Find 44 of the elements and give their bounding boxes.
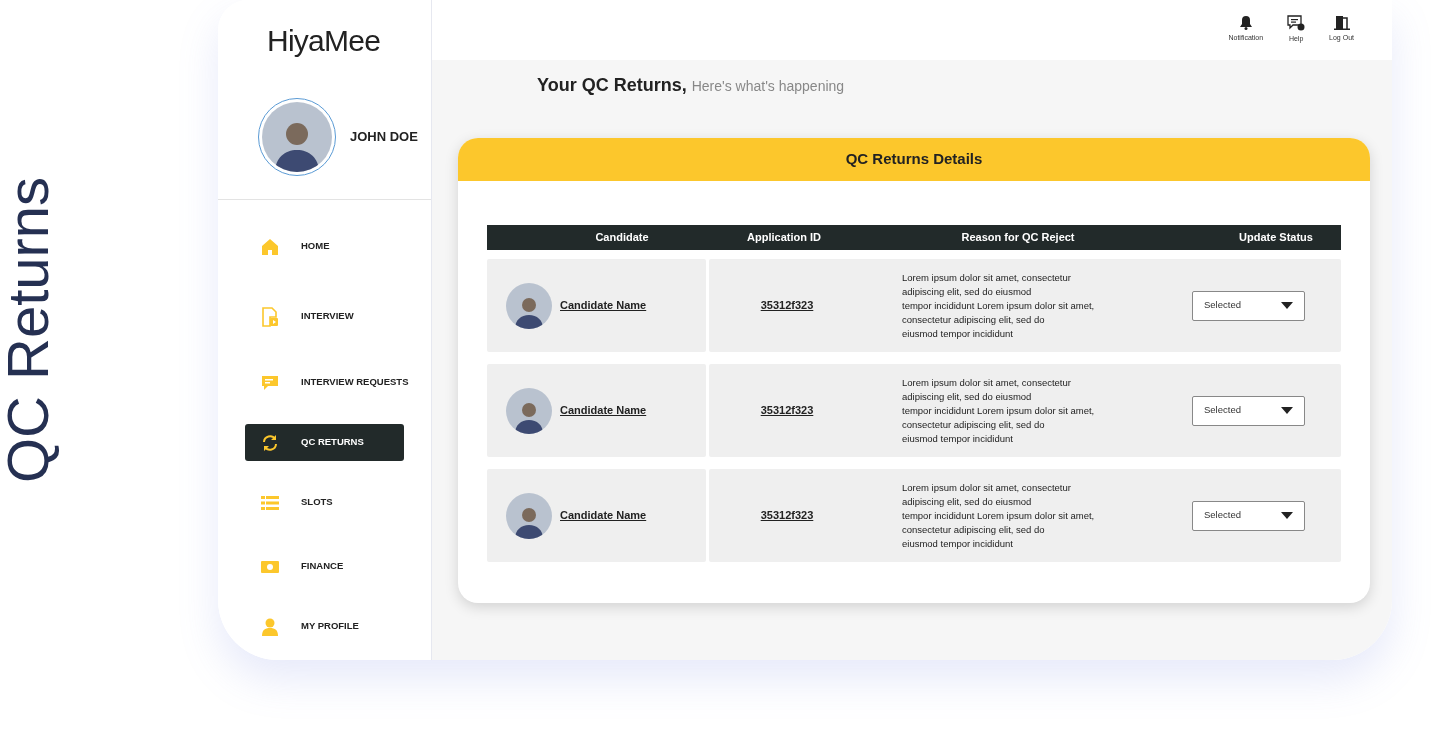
avatar-placeholder	[506, 387, 552, 434]
column-header: Update Status	[1238, 230, 1314, 246]
reason-text: Lorem ipsum dolor sit amet, consectetur adipiscing elit, sed do eiusmod tempor incididunt Lorem ipsum dolor sit amet, consectetur adipiscing elit, sed do eiusmod tempor incididunt	[901, 375, 1096, 446]
reason-text: Lorem ipsum dolor sit amet, consectetur adipiscing elit, sed do eiusmod tempor incididunt Lorem ipsum dolor sit amet, consectetur adipiscing elit, sed do eiusmod tempor incididunt	[901, 270, 1096, 341]
application-id-link[interactable]: 35312f323	[760, 402, 814, 419]
avatar-placeholder	[506, 282, 552, 329]
application-id-link[interactable]: 35312f323	[760, 297, 814, 314]
list-icon	[261, 494, 279, 511]
reason-text: Lorem ipsum dolor sit amet, consectetur adipiscing elit, sed do eiusmod tempor incididunt Lorem ipsum dolor sit amet, consectetur adipiscing elit, sed do eiusmod tempor incididunt	[901, 480, 1096, 551]
cash-icon	[261, 559, 279, 574]
avatar-placeholder	[506, 492, 552, 539]
status-dropdown[interactable]: Selected	[1192, 395, 1305, 426]
nav-item[interactable]: HOME	[245, 228, 404, 265]
candidate-link[interactable]: Candidate Name	[560, 507, 647, 524]
caret-icon	[1281, 302, 1293, 309]
help-icon	[1287, 15, 1306, 31]
document-icon	[261, 306, 279, 327]
logo: HiyaMee	[266, 23, 382, 56]
column-header: Candidate	[594, 230, 650, 246]
nav-item[interactable]: MY PROFILE	[245, 608, 404, 645]
application-id-link[interactable]: 35312f323	[760, 507, 814, 524]
column-header: Reason for QC Reject	[960, 230, 1076, 246]
refresh-icon	[261, 433, 279, 452]
door-icon	[1333, 15, 1350, 30]
home-icon	[261, 237, 279, 256]
caret-icon	[1281, 512, 1293, 519]
page-subtitle: Here's what's happening	[691, 77, 845, 96]
caret-icon	[1281, 407, 1293, 414]
candidate-link[interactable]: Candidate Name	[560, 297, 647, 314]
user-name: JOHN DOE	[350, 128, 418, 147]
page-side-title: QC Returns	[0, 176, 57, 484]
status-dropdown[interactable]: Selected	[1192, 500, 1305, 531]
bell-icon	[1238, 15, 1253, 30]
candidate-link[interactable]: Candidate Name	[560, 402, 647, 419]
card-title: QC Returns Details	[845, 149, 983, 170]
nav-item[interactable]: INTERVIEW	[245, 298, 404, 335]
nav-item[interactable]: SLOTS	[245, 484, 404, 521]
status-dropdown[interactable]: Selected	[1192, 290, 1305, 321]
chat-icon	[261, 374, 279, 391]
column-header: Application ID	[746, 230, 822, 246]
page-title: Your QC Returns,	[537, 74, 687, 97]
user-icon	[261, 617, 279, 636]
nav-item[interactable]: QC RETURNS	[245, 424, 404, 461]
nav-item[interactable]: FINANCE	[245, 548, 404, 585]
